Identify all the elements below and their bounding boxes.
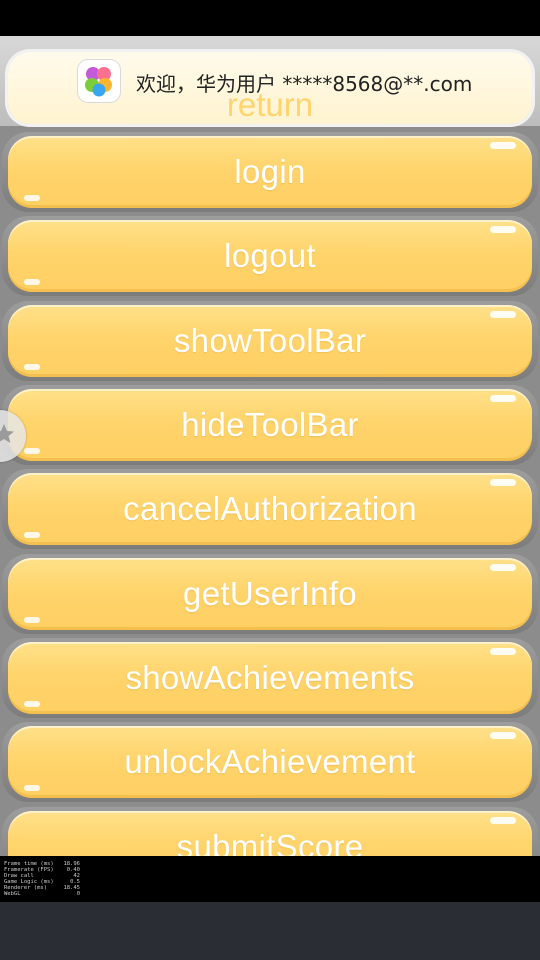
glint-decoration	[24, 279, 40, 285]
glint-decoration	[24, 617, 40, 623]
stat-row: WebGL 0	[4, 891, 80, 897]
show-toolbar-button[interactable]: showToolBar	[8, 305, 532, 377]
glint-decoration	[24, 195, 40, 201]
show-achievements-button[interactable]: showAchievements	[8, 642, 532, 714]
glint-decoration	[24, 701, 40, 707]
game-center-app-icon	[78, 60, 120, 102]
button-label: logout	[224, 237, 316, 274]
hide-toolbar-button[interactable]: hideToolBar	[8, 389, 532, 461]
glint-decoration	[490, 564, 516, 571]
logout-button[interactable]: logout	[8, 220, 532, 292]
star-icon	[0, 424, 14, 443]
glint-decoration	[490, 311, 516, 318]
glint-decoration	[24, 532, 40, 538]
glint-decoration	[490, 732, 516, 739]
navigation-bar	[0, 902, 540, 960]
glint-decoration	[490, 142, 516, 149]
button-label: hideToolBar	[181, 406, 359, 443]
stat-name: WebGL	[4, 891, 21, 897]
unlock-achievement-button[interactable]: unlockAchievement	[8, 726, 532, 798]
glint-decoration	[490, 817, 516, 824]
glint-decoration	[24, 364, 40, 370]
glint-decoration	[490, 395, 516, 402]
submit-score-button[interactable]: submitScore	[8, 811, 532, 856]
glint-decoration	[24, 448, 40, 454]
status-bar	[0, 0, 540, 36]
button-label: showAchievements	[125, 659, 415, 696]
debug-stats-panel: Frame time (ms) 18.96 Framerate (FPS) 0.…	[0, 856, 540, 902]
button-label: unlockAchievement	[124, 743, 416, 780]
stat-value: 0	[76, 891, 80, 897]
glint-decoration	[490, 648, 516, 655]
button-label: getUserInfo	[183, 575, 357, 612]
glint-decoration	[490, 479, 516, 486]
floating-toolbar-handle[interactable]	[0, 410, 26, 462]
get-user-info-button[interactable]: getUserInfo	[8, 558, 532, 630]
button-label: cancelAuthorization	[123, 490, 417, 527]
game-viewport: login logout showToolBar hideToolBar can…	[0, 36, 540, 856]
button-label: submitScore	[176, 828, 364, 856]
login-button[interactable]: login	[8, 136, 532, 208]
welcome-toast: return 欢迎，华为用户 *****8568@**.com	[8, 52, 532, 124]
glint-decoration	[24, 785, 40, 791]
button-label: login	[234, 153, 306, 190]
welcome-message: 欢迎，华为用户 *****8568@**.com	[136, 72, 473, 96]
glint-decoration	[490, 226, 516, 233]
cancel-authorization-button[interactable]: cancelAuthorization	[8, 473, 532, 545]
button-label: showToolBar	[173, 322, 367, 359]
